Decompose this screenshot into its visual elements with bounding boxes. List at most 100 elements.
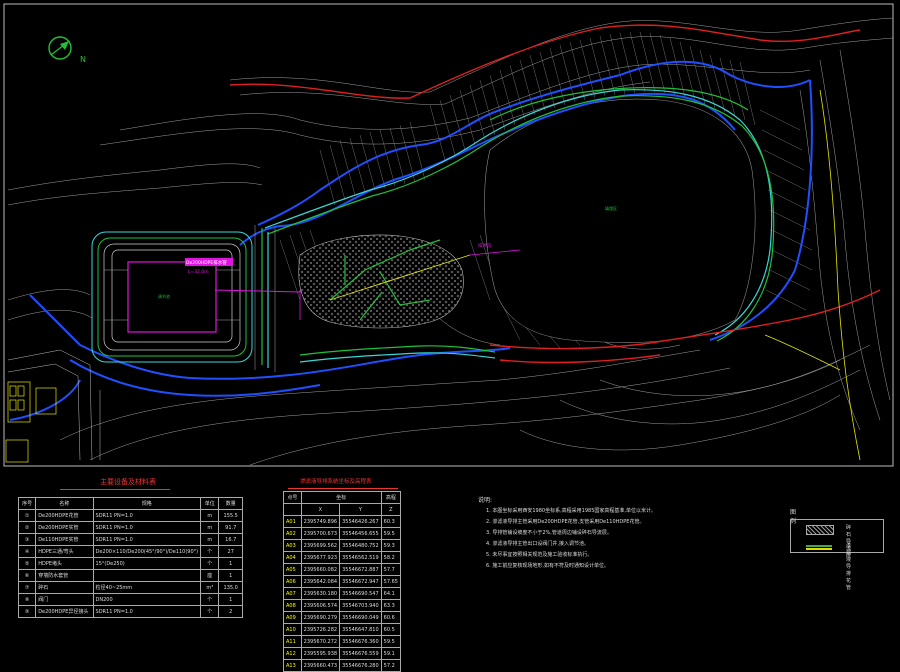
regulating-pond [91,231,253,363]
table-cell: 35546456.655 [339,527,382,540]
slope-callout: 排洪沟 [478,242,492,249]
table-cell: 2395677.923 [300,551,341,564]
table-row: ① De200HDPE花管 SDR11 PN=1.0 m 155.5 [17,509,243,522]
table-row: ⑨ De200HDPE异径接头 SDR11 PN=1.0 个 2 [17,605,243,618]
coord-table-subheader: X Y Z [283,503,402,516]
table-cell: 155.5 [218,509,243,522]
table-cell: 35546647.810 [339,623,382,636]
table-row: ⑥ 穿墙防水套管 座 1 [17,569,243,582]
header-cell: 规格 [92,497,202,510]
table-cell: 35546562.519 [339,551,382,564]
header-cell: 坐标 [300,491,382,504]
table-cell: A13 [283,659,302,672]
table-cell: 个 [200,545,220,558]
material-table-title: 主要设备及材料表 [100,478,156,486]
table-cell: 35546703.940 [339,599,382,612]
site-buildings [5,381,57,463]
table-cell: De200HDPE实管 [35,521,94,534]
table-cell: 35546426.267 [339,515,382,528]
table-cell: 27 [218,545,243,558]
table-cell: A06 [283,575,302,588]
table-cell: 2395642.084 [300,575,341,588]
table-cell: A01 [283,515,302,528]
header-cell: 序号 [17,497,37,510]
table-cell: 35546672.947 [339,575,382,588]
table-cell: m [200,509,220,522]
north-arrow-icon: N [48,36,86,64]
table-cell: ⑧ [17,593,37,606]
table-cell: 63.3 [380,599,402,612]
north-label: N [80,55,86,64]
pond-label: 调节池 [158,293,170,299]
table-cell: 57.65 [380,575,402,588]
table-row: ⑤ HDPE堵头 15°(De250) 个 1 [17,557,243,570]
table-cell: 35546672.887 [339,563,382,576]
table-cell: 15°(De250) [92,557,202,570]
subheader-cell: Z [380,503,402,516]
pipe-callout-1: De200HDPE排水管 [186,259,227,266]
table-cell: 59.3 [380,539,402,552]
note-item: 6. 施工前应复核现场地形,如有不符及时通知设计单位。 [486,563,609,569]
table-cell: HDPE堵头 [35,557,94,570]
table-cell: 57.2 [380,659,402,672]
table-cell: ④ [17,545,37,558]
note-item: 2. 渗滤液导排主管采用De200HDPE花管,支管采用De110HDPE花管。 [486,519,645,525]
table-cell: ⑥ [17,569,37,582]
note-item: 3. 导排管铺设坡度不小于2%,管道周边铺设碎石导流层。 [486,530,612,536]
table-cell: 35546690.049 [339,611,382,624]
table-cell: 2395660.473 [300,659,341,672]
table-cell: SDR11 PN=1.0 [92,521,202,534]
table-cell: 粒径40~25mm [92,581,202,594]
table-cell: ⑨ [17,605,37,618]
table-cell: ③ [17,533,37,546]
table-row: A13 2395660.473 35546676.280 57.2 [283,659,402,672]
pipe-swatch-icon [806,545,832,547]
design-notes: 说明: 1. 本图坐标采用西安1980坐标系,高程采用1985国家高程基准,单位… [478,495,656,572]
header-cell: 数量 [218,497,243,510]
table-cell: 59.5 [380,527,402,540]
table-row: A03 2395699.562 35546480.752 59.3 [283,539,402,552]
table-cell: 碎石 [35,581,94,594]
table-cell: A05 [283,563,302,576]
legend-box [790,519,884,553]
coord-table-header: 点号 坐标 高程 [283,491,402,504]
table-cell: 2395690.279 [300,611,341,624]
table-cell: 59.1 [380,647,402,660]
table-cell: 35546690.547 [339,587,382,600]
table-cell: 个 [200,593,220,606]
gravel-collection-zone [298,234,464,329]
coord-table-title-underline [288,488,398,489]
table-cell: A04 [283,551,302,564]
table-cell: A03 [283,539,302,552]
table-cell: 1 [218,593,243,606]
subheader-cell: X [300,503,341,516]
material-table: 序号 名称 规格 单位 数量 ① De200HDPE花管 SDR11 PN=1.0 m… [17,497,243,618]
table-cell: A02 [283,527,302,540]
table-cell: 64.1 [380,587,402,600]
table-row: A02 2395700.673 35546456.655 59.5 [283,527,402,540]
pit-label: 填埋区 [605,205,617,211]
table-row: ⑧ 阀门 DN200 个 1 [17,593,243,606]
material-table-header: 序号 名称 规格 单位 数量 [17,497,243,510]
table-row: ③ De110HDPE实管 SDR11 PN=1.0 m 16.7 [17,533,243,546]
table-cell: 2395749.896 [300,515,341,528]
landfill-pit-area [484,98,756,343]
table-cell: A12 [283,647,302,660]
note-item: 1. 本图坐标采用西安1980坐标系,高程采用1985国家高程基准,单位以米计。 [486,508,656,514]
table-cell: 35546480.752 [339,539,382,552]
table-cell: De110HDPE实管 [35,533,94,546]
coord-table: 点号 坐标 高程 X Y Z A01 2395749.896 35546426.26… [283,491,402,672]
table-cell: SDR11 PN=1.0 [92,533,202,546]
header-cell: 点号 [283,491,302,504]
table-cell: 60.3 [380,515,402,528]
table-cell: 阀门 [35,593,94,606]
table-row: A01 2395749.896 35546426.267 60.3 [283,515,402,528]
table-cell: 穿墙防水套管 [35,569,94,582]
table-cell: 1 [218,569,243,582]
header-cell: 单位 [200,497,220,510]
subheader-cell [283,503,302,516]
table-cell: A08 [283,599,302,612]
table-cell: 35546676.280 [339,659,382,672]
table-cell: 个 [200,605,220,618]
table-cell: 2395700.673 [300,527,341,540]
